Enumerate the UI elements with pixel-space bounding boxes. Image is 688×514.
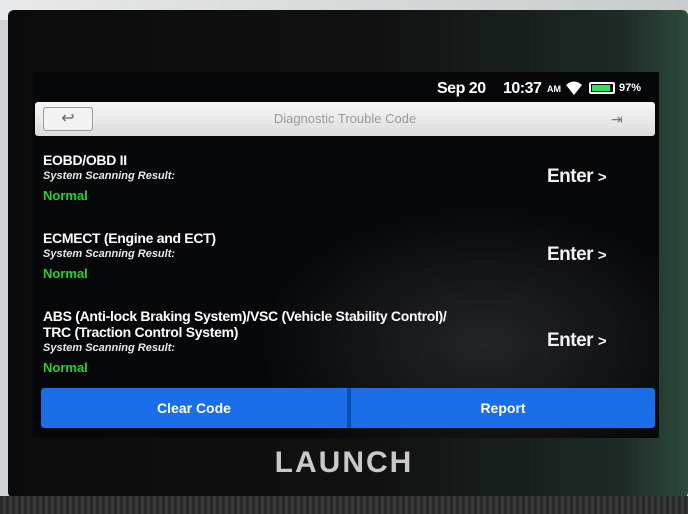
- enter-label: Enter: [547, 244, 594, 265]
- enter-button[interactable]: Enter >: [547, 166, 607, 188]
- chevron-right-icon: >: [597, 333, 607, 350]
- exit-icon[interactable]: ⇥: [611, 110, 629, 128]
- system-subtitle: System Scanning Result:: [43, 342, 176, 354]
- system-item: ABS (Anti-lock Braking System)/VSC (Vehi…: [43, 308, 447, 375]
- enter-button[interactable]: Enter >: [547, 244, 607, 266]
- system-item: EOBD/OBD II System Scanning Result: Norm…: [43, 152, 175, 203]
- report-button[interactable]: Report: [351, 388, 655, 428]
- system-name-line1: ABS (Anti-lock Braking System)/VSC (Vehi…: [43, 308, 447, 324]
- action-bar: Clear Code Report: [41, 388, 655, 428]
- enter-label: Enter: [547, 166, 594, 187]
- system-subtitle: System Scanning Result:: [43, 170, 176, 182]
- system-item: ECMECT (Engine and ECT) System Scanning …: [43, 230, 216, 281]
- system-name: ECMECT (Engine and ECT): [43, 230, 216, 246]
- enter-button[interactable]: Enter >: [547, 330, 607, 352]
- status-time-suffix: AM: [547, 84, 561, 94]
- enter-label: Enter: [547, 330, 594, 351]
- page-title: Diagnostic Trouble Code: [273, 111, 417, 126]
- system-name-line2: TRC (Traction Control System): [43, 324, 239, 340]
- system-name: EOBD/OBD II: [43, 152, 127, 168]
- device-bottom-edge: [0, 496, 688, 514]
- system-status: Normal: [43, 266, 88, 281]
- system-status: Normal: [43, 188, 88, 203]
- chevron-right-icon: >: [597, 169, 607, 186]
- wifi-icon: [566, 81, 582, 95]
- system-subtitle: System Scanning Result:: [43, 248, 176, 260]
- device-screen: Sep 20 10:37 AM 97% ↩ Diagnostic Trouble…: [33, 72, 659, 438]
- battery-percent: 97%: [619, 82, 642, 94]
- status-time: 10:37: [503, 80, 542, 97]
- chevron-right-icon: >: [597, 247, 607, 264]
- battery-icon: [589, 82, 615, 94]
- brand-logo: LAUNCH: [274, 446, 414, 479]
- system-status: Normal: [43, 360, 88, 375]
- status-bar: Sep 20 10:37 AM 97%: [33, 72, 659, 102]
- title-bar: ↩ Diagnostic Trouble Code ⇥: [35, 102, 655, 136]
- clear-code-button[interactable]: Clear Code: [41, 388, 347, 428]
- status-date: Sep 20: [437, 80, 486, 97]
